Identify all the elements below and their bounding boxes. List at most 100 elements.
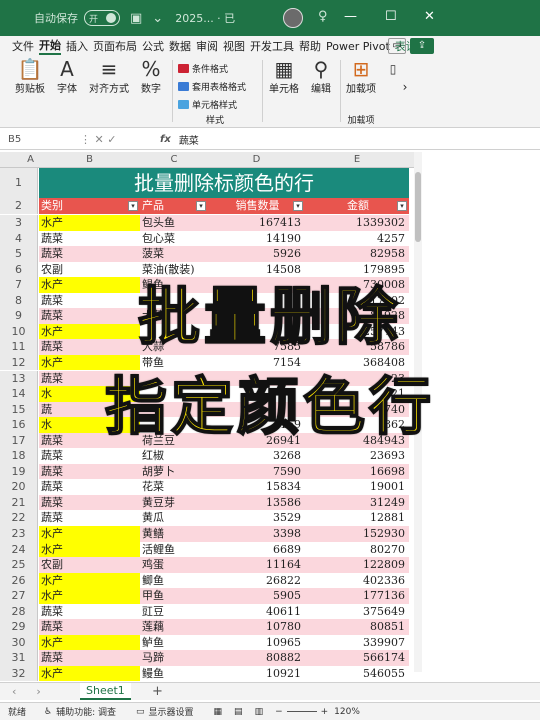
cell-product[interactable]: 活鲤鱼 [140, 541, 208, 558]
cell-amount[interactable]: 16698 [305, 463, 409, 480]
avatar[interactable] [283, 8, 303, 28]
cell-amount[interactable]: 82958 [305, 246, 409, 262]
row-header[interactable]: 24 [0, 541, 38, 558]
cell-amount[interactable]: 19001 [305, 479, 409, 495]
cell-quantity[interactable]: 10965 [208, 634, 305, 651]
header-cell-amount[interactable]: 金额 ▾ [305, 198, 409, 214]
filter-dropdown-icon[interactable]: ▾ [397, 201, 407, 211]
cell-category[interactable]: 蔬菜 [39, 494, 140, 511]
row-header[interactable]: 22 [0, 510, 38, 526]
cell-amount[interactable]: 12881 [305, 510, 409, 526]
cell-amount[interactable]: 177136 [305, 588, 409, 604]
page-layout-icon[interactable]: ▤ [234, 707, 243, 717]
number-button[interactable]: % 数字 [136, 58, 166, 95]
row-header[interactable]: 29 [0, 619, 38, 635]
cell-quantity[interactable]: 14508 [208, 261, 305, 278]
cell-category[interactable]: 水产 [39, 541, 140, 558]
row-header[interactable]: 26 [0, 572, 38, 589]
header-cell-product[interactable]: 产品 ▾ [140, 198, 208, 214]
more-icon[interactable]: ▯ [386, 58, 400, 80]
cell-amount[interactable]: 368408 [305, 354, 409, 371]
row-header[interactable]: 12 [0, 354, 38, 371]
column-header-a[interactable]: A [22, 152, 39, 168]
maximize-icon[interactable]: ☐ [385, 9, 397, 24]
chevron-right-icon[interactable]: › [36, 685, 40, 698]
row-header[interactable]: 30 [0, 634, 38, 651]
cell-quantity[interactable]: 13586 [208, 494, 305, 511]
cell-quantity[interactable]: 3398 [208, 526, 305, 542]
page-break-icon[interactable]: ▥ [255, 707, 264, 717]
display-settings[interactable]: 显示器设置 [149, 705, 194, 718]
cell-quantity[interactable]: 26822 [208, 572, 305, 589]
chevron-left-icon[interactable]: ‹ [12, 685, 16, 698]
alignment-button[interactable]: ≡ 对齐方式 [88, 58, 130, 95]
cell-quantity[interactable]: 3529 [208, 510, 305, 526]
display-settings-icon[interactable]: ▭ [136, 707, 145, 717]
cell-amount[interactable]: 152930 [305, 526, 409, 542]
column-header-c[interactable]: C [140, 152, 208, 168]
cell-style-button[interactable]: 单元格样式 [178, 98, 237, 111]
cell-amount[interactable]: 80270 [305, 541, 409, 558]
cell-product[interactable]: 鲈鱼 [140, 634, 208, 651]
cell-product[interactable]: 黄瓜 [140, 510, 208, 526]
row-header[interactable]: 21 [0, 494, 38, 511]
comment-icon[interactable]: ▭ [388, 38, 406, 54]
tab-page-layout[interactable]: 页面布局 [93, 38, 137, 54]
cell-category[interactable]: 水产 [39, 588, 140, 604]
sheet-banner-title[interactable]: 批量删除标颜色的行 [39, 168, 409, 198]
cell-product[interactable]: 红椒 [140, 448, 208, 464]
cell-product[interactable]: 花菜 [140, 479, 208, 495]
cell-product[interactable]: 豇豆 [140, 603, 208, 620]
row-header[interactable]: 18 [0, 448, 38, 464]
cell-amount[interactable]: 375649 [305, 603, 409, 620]
cell-quantity[interactable]: 3268 [208, 448, 305, 464]
tab-developer[interactable]: 开发工具 [250, 38, 294, 54]
formula-input[interactable]: 蔬菜 [179, 132, 199, 147]
cell-amount[interactable]: 566174 [305, 650, 409, 666]
cell-category[interactable]: 蔬菜 [39, 448, 140, 464]
cell-quantity[interactable]: 40611 [208, 603, 305, 620]
cell-product[interactable]: 带鱼 [140, 354, 208, 371]
cell-quantity[interactable]: 10921 [208, 665, 305, 682]
cell-quantity[interactable]: 80882 [208, 650, 305, 666]
cell-product[interactable]: 鳗鱼 [140, 665, 208, 682]
column-header-e[interactable]: E [305, 152, 409, 168]
cell-quantity[interactable]: 7590 [208, 463, 305, 480]
cell-category[interactable]: 蔬菜 [39, 479, 140, 495]
cell-category[interactable]: 农副 [39, 261, 140, 278]
tab-home[interactable]: 开始 [39, 37, 61, 55]
autosave-toggle[interactable]: 开 [84, 10, 120, 26]
tab-insert[interactable]: 插入 [66, 38, 88, 54]
cell-category[interactable]: 蔬菜 [39, 603, 140, 620]
cell-product[interactable]: 莲藕 [140, 619, 208, 635]
cell-quantity[interactable]: 11164 [208, 557, 305, 573]
row-header[interactable]: 31 [0, 650, 38, 666]
row-header[interactable]: 6 [0, 261, 38, 278]
cell-quantity[interactable]: 5926 [208, 246, 305, 262]
font-button[interactable]: A 字体 [52, 58, 82, 95]
scrollbar-thumb[interactable] [415, 172, 421, 242]
cell-category[interactable]: 农副 [39, 557, 140, 573]
close-icon[interactable]: ✕ [424, 9, 435, 24]
cell-quantity[interactable]: 5905 [208, 588, 305, 604]
row-header[interactable]: 25 [0, 557, 38, 573]
cell-amount[interactable]: 546055 [305, 665, 409, 682]
chevron-down-icon[interactable]: ⌄ [152, 11, 163, 26]
addins-button[interactable]: ⊞ 加载项 [346, 58, 376, 95]
minimize-icon[interactable]: — [344, 9, 357, 24]
add-sheet-button[interactable]: + [152, 684, 163, 699]
row-header[interactable]: 23 [0, 526, 38, 542]
zoom-level[interactable]: 120% [334, 707, 360, 717]
cell-amount[interactable]: 31249 [305, 494, 409, 511]
row-header[interactable]: 2 [0, 198, 38, 214]
tab-power-pivot[interactable]: Power Pivot [326, 40, 390, 53]
header-cell-quantity[interactable]: 销售数量 ▾ [208, 198, 305, 214]
chevron-right-icon[interactable]: › [398, 80, 412, 94]
cell-category[interactable]: 水产 [39, 572, 140, 589]
cell-product[interactable]: 鲫鱼 [140, 572, 208, 589]
accessibility-status[interactable]: 辅助功能: 调查 [56, 705, 116, 718]
cell-category[interactable]: 蔬菜 [39, 510, 140, 526]
cell-quantity[interactable]: 6689 [208, 541, 305, 558]
cell-product[interactable]: 包心菜 [140, 230, 208, 247]
document-title[interactable]: 2025... · 已 [175, 10, 235, 26]
